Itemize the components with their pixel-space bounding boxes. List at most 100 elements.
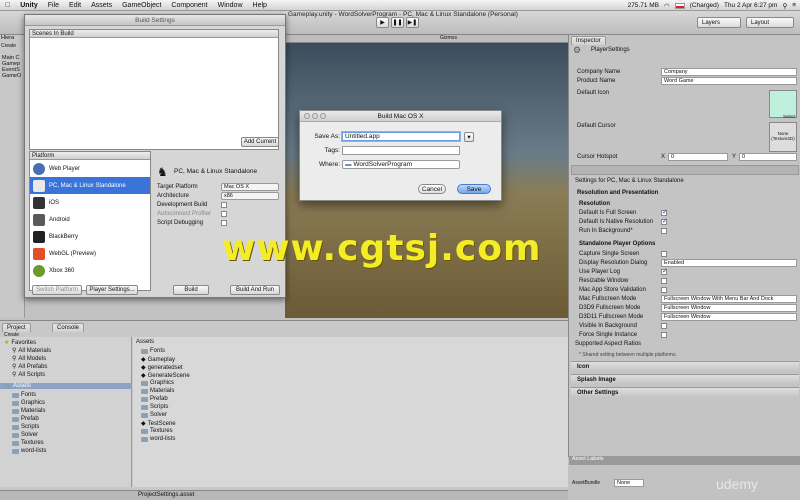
menu-file[interactable]: File xyxy=(43,2,64,9)
platform-blackberry[interactable]: BlackBerry xyxy=(30,228,150,245)
platform-ios[interactable]: iOS xyxy=(30,194,150,211)
save-button[interactable]: Save xyxy=(457,184,491,194)
asset-bundle-dropdown[interactable]: None xyxy=(614,479,644,487)
pause-button[interactable]: ❚❚ xyxy=(391,17,404,28)
asset-item[interactable]: Prefab xyxy=(141,396,168,402)
clock[interactable]: Thu 2 Apr 6:27 pm xyxy=(724,2,777,9)
default-fullscreen-checkbox[interactable] xyxy=(661,208,668,216)
d3d9-fullscreen-dropdown[interactable]: Fullscreen Window xyxy=(661,304,797,312)
layers-dropdown[interactable]: Layers xyxy=(697,17,741,28)
mac-fullscreen-dropdown[interactable]: Fullscreen Window With Menu Bar And Dock xyxy=(661,295,797,303)
add-current-button[interactable]: Add Current xyxy=(241,137,279,147)
target-platform-dropdown[interactable]: Mac OS X xyxy=(221,183,279,191)
app-store-checkbox[interactable] xyxy=(661,287,667,293)
resizable-checkbox[interactable] xyxy=(661,278,667,284)
tree-folder[interactable]: Textures xyxy=(12,440,44,446)
expand-dialog-button[interactable]: ▾ xyxy=(464,132,474,142)
favorite-item[interactable]: ⚲ All Models xyxy=(12,355,46,363)
visible-background-checkbox[interactable] xyxy=(661,323,667,329)
architecture-dropdown[interactable]: x86 xyxy=(221,192,279,200)
save-as-input[interactable]: Untitled.app xyxy=(342,132,460,141)
project-tab[interactable]: Project xyxy=(2,323,31,332)
force-single-checkbox[interactable] xyxy=(661,332,667,338)
flag-icon[interactable] xyxy=(674,2,685,9)
select-icon-button[interactable]: Select xyxy=(783,114,796,119)
inspector-tab[interactable]: Inspector xyxy=(571,36,606,45)
tree-folder[interactable]: Materials xyxy=(12,408,45,414)
where-dropdown[interactable]: ▬ WordSolverProgram xyxy=(342,160,460,169)
zoom-dot-icon[interactable] xyxy=(320,113,326,119)
gizmos-dropdown[interactable]: Gizmos xyxy=(440,35,457,41)
app-menu[interactable]: Unity xyxy=(15,2,43,9)
build-and-run-button[interactable]: Build And Run xyxy=(230,285,280,295)
spotlight-icon[interactable]: ⚲ xyxy=(782,2,787,10)
favorite-item[interactable]: ⚲ All Materials xyxy=(12,347,51,355)
menu-window[interactable]: Window xyxy=(213,2,248,9)
native-resolution-checkbox[interactable] xyxy=(661,217,668,225)
tree-folder[interactable]: Solver xyxy=(12,432,38,438)
close-dot-icon[interactable] xyxy=(304,113,310,119)
platform-xbox360[interactable]: Xbox 360 xyxy=(30,262,150,279)
build-button[interactable]: Build xyxy=(173,285,209,295)
battery-status[interactable]: (Charged) xyxy=(690,2,719,9)
resolution-section[interactable]: Resolution and Presentation xyxy=(577,190,658,196)
display-dialog-dropdown[interactable]: Enabled xyxy=(661,259,797,267)
tree-folder[interactable]: Graphics xyxy=(12,400,45,406)
asset-item[interactable]: ◆ Gameplay xyxy=(141,356,175,364)
favorites-node[interactable]: ★ Favorites xyxy=(4,339,36,347)
development-build-checkbox[interactable] xyxy=(221,202,227,208)
assets-node[interactable]: Assets xyxy=(0,383,132,389)
favorite-item[interactable]: ⚲ All Prefabs xyxy=(12,363,47,371)
asset-item[interactable]: Graphics xyxy=(141,380,174,386)
menu-gameobject[interactable]: GameObject xyxy=(117,2,166,9)
switch-platform-button[interactable]: Switch Platform xyxy=(32,285,82,295)
wifi-icon[interactable]: ◠ xyxy=(664,2,670,10)
tree-folder[interactable]: word-lists xyxy=(12,448,46,454)
asset-item[interactable]: Textures xyxy=(141,428,173,434)
hierarchy-create-button[interactable]: Create xyxy=(0,43,24,49)
platform-standalone[interactable]: PC, Mac & Linux Standalone xyxy=(30,177,150,194)
company-name-field[interactable]: Company xyxy=(661,68,797,76)
hotspot-x-field[interactable]: 0 xyxy=(668,153,728,161)
list-icon[interactable]: ≡ xyxy=(792,2,796,9)
run-in-background-checkbox[interactable] xyxy=(661,228,667,234)
asset-item[interactable]: Materials xyxy=(141,388,174,394)
default-cursor-slot[interactable]: None (Texture2D) xyxy=(769,122,797,152)
asset-item[interactable]: Fonts xyxy=(141,348,165,354)
other-settings-section[interactable]: Other Settings xyxy=(571,387,799,398)
hierarchy-item[interactable]: GameO xyxy=(0,73,24,79)
tree-folder[interactable]: Prefab xyxy=(12,416,39,422)
hierarchy-tab[interactable]: Hiera xyxy=(0,35,24,43)
scenes-in-build-list[interactable]: Scenes In Build xyxy=(29,29,279,150)
breadcrumb[interactable]: Assets xyxy=(136,339,154,345)
asset-item[interactable]: ◆ GenerateScene xyxy=(141,372,190,380)
asset-item[interactable]: Scripts xyxy=(141,404,168,410)
platform-android[interactable]: Android xyxy=(30,211,150,228)
menu-edit[interactable]: Edit xyxy=(64,2,86,9)
menu-component[interactable]: Component xyxy=(166,2,212,9)
splash-section[interactable]: Splash Image xyxy=(571,374,799,385)
script-debugging-checkbox[interactable] xyxy=(221,220,227,226)
cancel-button[interactable]: Cancel xyxy=(418,184,446,194)
tags-input[interactable] xyxy=(342,146,460,155)
step-button[interactable]: ▶❚ xyxy=(406,17,419,28)
tree-folder[interactable]: Scripts xyxy=(12,424,39,430)
menu-help[interactable]: Help xyxy=(248,2,272,9)
player-settings-button[interactable]: Player Settings... xyxy=(86,285,138,295)
capture-single-checkbox[interactable] xyxy=(661,251,667,257)
asset-item[interactable]: word-lists xyxy=(141,436,175,442)
icon-section[interactable]: Icon xyxy=(571,361,799,372)
favorite-item[interactable]: ⚲ All Scripts xyxy=(12,371,45,379)
tree-folder[interactable]: Fonts xyxy=(12,392,36,398)
d3d11-fullscreen-dropdown[interactable]: Fullscreen Window xyxy=(661,313,797,321)
minimize-dot-icon[interactable] xyxy=(312,113,318,119)
aspect-ratios-foldout[interactable]: Supported Aspect Ratios xyxy=(575,341,641,347)
play-button[interactable]: ▶ xyxy=(376,17,389,28)
autoconnect-checkbox[interactable] xyxy=(221,211,227,217)
apple-icon[interactable]:  xyxy=(0,2,15,9)
asset-item[interactable]: Solver xyxy=(141,412,167,418)
menu-assets[interactable]: Assets xyxy=(86,2,117,9)
asset-item[interactable]: ◆ generatedset xyxy=(141,364,183,372)
platform-web-player[interactable]: Web Player xyxy=(30,160,150,177)
platform-webgl[interactable]: WebGL (Preview) xyxy=(30,245,150,262)
